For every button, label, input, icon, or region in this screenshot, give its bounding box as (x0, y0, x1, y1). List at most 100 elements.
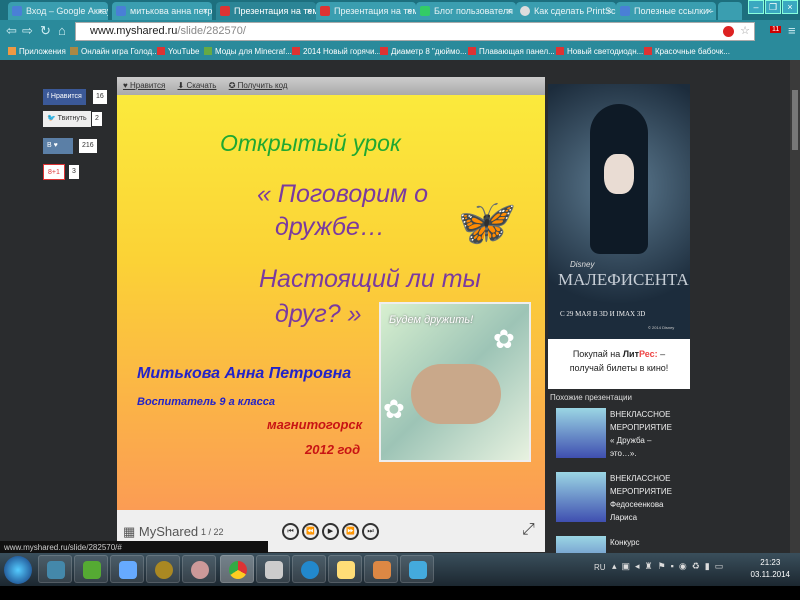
taskbar-hon[interactable] (146, 555, 180, 583)
taskbar-app[interactable] (292, 555, 326, 583)
taskbar: RU ▴▣◂♜⚑▪◉♻▮▭ 21:23 03.11.2014 (0, 553, 800, 586)
check-icon (420, 6, 430, 16)
taskbar-cs[interactable] (256, 555, 290, 583)
slide-year: 2012 год (305, 442, 361, 457)
tab-blog[interactable]: Блог пользователя M × (416, 2, 516, 20)
taskbar-app[interactable] (38, 555, 72, 583)
tab-presentation-active[interactable]: Презентация на тему × (216, 2, 316, 20)
hands-image (411, 364, 501, 424)
adblock-icon[interactable] (723, 26, 734, 37)
back-icon[interactable]: ⇦ (6, 23, 17, 39)
myshared-icon (320, 6, 330, 16)
extension-badge[interactable]: 11 (770, 26, 782, 33)
tab-google[interactable]: Вход – Google Аккаунт× (8, 2, 108, 20)
tab-links[interactable]: Полезные ссылки - G × (616, 2, 716, 20)
thumbnail (556, 472, 606, 522)
first-slide-button[interactable]: ⏮ (282, 523, 299, 540)
like-count: 16 (93, 90, 107, 104)
app-icon (373, 561, 391, 579)
taskbar-app[interactable] (74, 555, 108, 583)
fullscreen-icon[interactable]: ⤢ (522, 521, 535, 539)
taskbar-app[interactable] (182, 555, 216, 583)
film-title: МАЛЕФИСЕНТА (558, 270, 689, 289)
google-icon (12, 6, 22, 16)
daisy-icon: ✿ (493, 324, 515, 354)
like-link[interactable]: ♥ Нравится (123, 81, 165, 90)
list-item[interactable]: ВНЕКЛАССНОЕ МЕРОПРИЯТИЕ Федосеенкова Лар… (550, 472, 700, 530)
close-icon[interactable]: × (507, 2, 512, 20)
last-slide-button[interactable]: ⏭ (362, 523, 379, 540)
reload-icon[interactable]: ↻ (40, 23, 51, 39)
taskbar-app[interactable] (110, 555, 144, 583)
list-item[interactable]: ВНЕКЛАССНОЕ МЕРОПРИЯТИЕ « Дружба – это…»… (550, 408, 700, 466)
clock[interactable]: 21:23 03.11.2014 (751, 557, 790, 581)
close-icon[interactable]: × (307, 2, 312, 20)
image-caption: Будем дружить! (389, 314, 474, 326)
home-icon[interactable]: ⌂ (58, 23, 66, 38)
menu-icon[interactable]: ≡ (788, 23, 796, 38)
maleficent-poster: Disney МАЛЕФИСЕНТА С 29 МАЯ В 3D И IMAX … (548, 84, 690, 339)
slide-topic: « Поговорим о (257, 180, 429, 208)
google-icon (116, 6, 126, 16)
taskbar-explorer[interactable] (328, 555, 362, 583)
tab-presentation[interactable]: Презентация на тему × (316, 2, 416, 20)
tray-icons[interactable]: ▴▣◂♜⚑▪◉♻▮▭ (612, 561, 728, 572)
star-icon[interactable]: ☆ (740, 23, 750, 40)
daisy-icon: ✿ (383, 394, 405, 424)
movie-ad[interactable]: Disney МАЛЕФИСЕНТА С 29 МАЯ В 3D И IMAX … (548, 84, 690, 389)
close-icon[interactable]: × (99, 2, 104, 20)
bookmark-apps[interactable]: Приложения (8, 47, 66, 56)
tab-strip: Вход – Google Аккаунт× митькова анна пет… (0, 0, 800, 20)
slide-city: магнитогорск (267, 417, 363, 432)
scrollbar[interactable] (790, 60, 800, 553)
close-window-button[interactable]: × (782, 0, 798, 14)
chrome-icon (229, 561, 247, 579)
bookmark[interactable]: Моды для Minecraf... (204, 47, 292, 56)
slide-topic: друг? » (275, 300, 362, 328)
next-slide-button[interactable]: ⏩ (342, 523, 359, 540)
disney-logo: Disney (570, 260, 595, 269)
url-input[interactable]: www.myshared.ru/slide/282570/ ☆ (75, 22, 755, 41)
bookmark[interactable]: 2014 Новый горячи... (292, 47, 381, 56)
close-icon[interactable]: × (407, 2, 412, 20)
play-button[interactable]: ▶ (322, 523, 339, 540)
friendship-image: Будем дружить! ✿ ✿ (379, 302, 531, 462)
tab-search[interactable]: митькова анна петровна× (112, 2, 212, 20)
forward-icon[interactable]: ⇨ (22, 23, 33, 39)
start-button[interactable] (4, 556, 32, 584)
vk-like-button[interactable]: В ♥ (43, 138, 73, 154)
get-code-link[interactable]: ✪ Получить код (229, 81, 288, 90)
myshared-icon (220, 6, 230, 16)
close-icon[interactable]: × (203, 2, 208, 20)
bookmark-youtube[interactable]: YouTube (157, 47, 199, 56)
download-link[interactable]: ⬇ Скачать (178, 81, 217, 90)
tweet-count: 2 (92, 112, 102, 126)
app-icon (47, 561, 65, 579)
new-tab-button[interactable] (718, 2, 742, 20)
bookmark[interactable]: Новый светодиодн... (556, 47, 643, 56)
taskbar-chrome[interactable] (220, 555, 254, 583)
taskbar-app[interactable] (364, 555, 398, 583)
scrollbar-thumb[interactable] (792, 90, 798, 150)
slide: Открытый урок « Поговорим о дружбе… Наст… (117, 95, 545, 510)
gplus-button[interactable]: 8+1 (43, 164, 65, 180)
butterfly-icon: 🦋 (452, 196, 510, 248)
restore-button[interactable]: ❐ (765, 0, 781, 14)
close-icon[interactable]: × (607, 2, 612, 20)
minimize-button[interactable]: – (748, 0, 764, 14)
prev-slide-button[interactable]: ⏪ (302, 523, 319, 540)
bookmark[interactable]: Онлайн игра Голод... (70, 47, 159, 56)
taskbar-app[interactable] (400, 555, 434, 583)
close-icon[interactable]: × (707, 2, 712, 20)
tab-printscreen[interactable]: Как сделать PrintScreen× (516, 2, 616, 20)
language-indicator[interactable]: RU (594, 563, 606, 572)
thumbnail (556, 408, 606, 458)
bookmark[interactable]: Красочные бабочк... (644, 47, 730, 56)
bookmark[interactable]: Плавающая панел... (468, 47, 555, 56)
myshared-logo: ▦ MyShared (123, 524, 199, 539)
counter-strike-icon (265, 561, 283, 579)
face-image (604, 154, 634, 194)
bookmark[interactable]: Диаметр 8 "дюймо... (380, 47, 467, 56)
tweet-button[interactable]: 🐦 Твитнуть (43, 111, 91, 127)
facebook-like-button[interactable]: f Нравится (43, 89, 86, 105)
